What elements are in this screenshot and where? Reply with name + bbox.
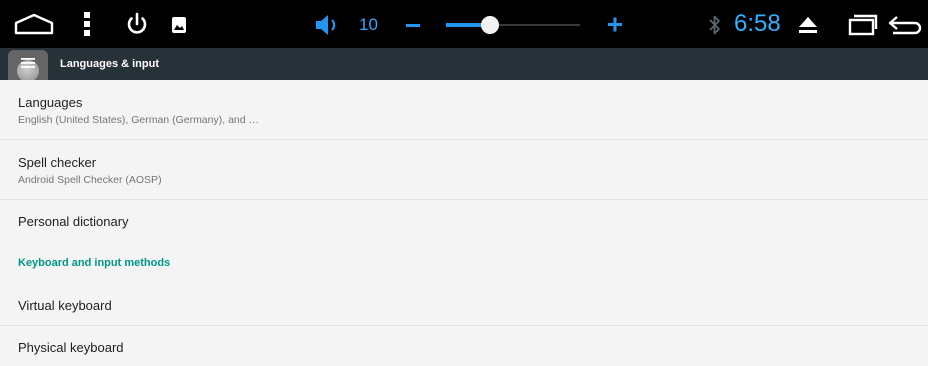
setting-spell-checker[interactable]: Spell checker Android Spell Checker (AOS…: [0, 140, 928, 200]
setting-title: Spell checker: [18, 155, 97, 170]
power-icon[interactable]: [124, 11, 150, 37]
volume-icon[interactable]: [314, 12, 342, 38]
setting-summary: English (United States), German (Germany…: [18, 114, 260, 126]
category-title: Keyboard and input methods: [18, 257, 171, 269]
setting-languages[interactable]: Languages English (United States), Germa…: [0, 80, 928, 140]
setting-virtual-keyboard[interactable]: Virtual keyboard: [0, 284, 928, 326]
hamburger-icon: [21, 58, 35, 68]
volume-slider-thumb[interactable]: [481, 16, 500, 34]
app-toolbar: Languages & input: [0, 48, 928, 80]
setting-summary: Android Spell Checker (AOSP): [18, 174, 162, 186]
settings-list: Languages English (United States), Germa…: [0, 80, 928, 366]
setting-title: Personal dictionary: [18, 214, 129, 229]
page-title: Languages & input: [60, 58, 159, 70]
recents-icon[interactable]: [848, 13, 878, 37]
more-vert-icon[interactable]: [80, 10, 94, 38]
setting-personal-dictionary[interactable]: Personal dictionary: [0, 200, 928, 242]
volume-up-icon[interactable]: [605, 14, 625, 34]
eject-icon[interactable]: [796, 14, 820, 36]
volume-down-icon[interactable]: [404, 16, 422, 34]
bluetooth-icon: [708, 14, 722, 36]
setting-physical-keyboard[interactable]: Physical keyboard: [0, 326, 928, 366]
setting-title: Languages: [18, 95, 83, 110]
volume-level: 10: [359, 15, 378, 34]
category-header-keyboard: Keyboard and input methods: [0, 242, 928, 284]
back-icon[interactable]: [887, 13, 923, 37]
setting-title: Physical keyboard: [18, 340, 124, 355]
status-bar: 10 6:58: [0, 0, 928, 48]
home-icon[interactable]: [14, 12, 54, 36]
clock: 6:58: [734, 10, 781, 37]
volume-slider[interactable]: [446, 16, 580, 34]
image-icon[interactable]: [171, 16, 187, 34]
setting-title: Virtual keyboard: [18, 298, 112, 313]
